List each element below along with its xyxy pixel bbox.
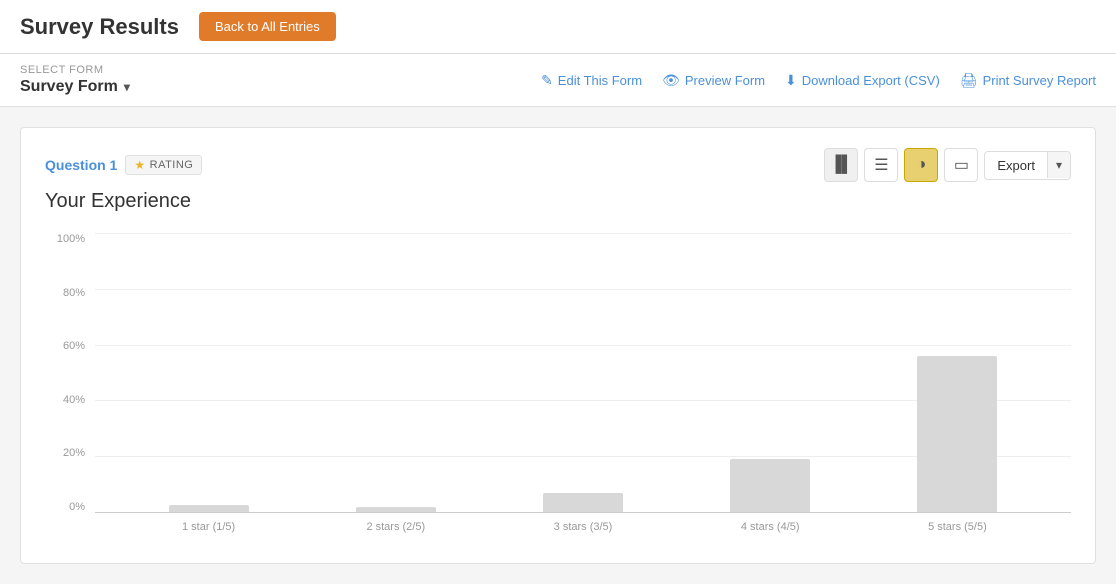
bar-group xyxy=(302,507,489,512)
x-axis-label: 5 stars (5/5) xyxy=(864,521,1051,533)
form-selector-area: SELECT FORM Survey Form ▾ xyxy=(20,64,130,96)
question-meta: Question 1 ★ RATING xyxy=(45,155,202,175)
question-type-label: RATING xyxy=(150,159,194,171)
question-header: Question 1 ★ RATING ▐▌ ☰ ◑ ▭ xyxy=(45,148,1071,182)
bar-group xyxy=(489,493,676,512)
image-icon: ▭ xyxy=(954,155,969,175)
y-axis-label: 40% xyxy=(63,394,85,406)
download-export-label: Download Export (CSV) xyxy=(802,73,940,88)
preview-form-link[interactable]: 👁 Preview Form xyxy=(662,72,765,89)
x-axis: 1 star (1/5)2 stars (2/5)3 stars (3/5)4 … xyxy=(45,513,1071,533)
y-axis-label: 0% xyxy=(69,501,85,513)
question-number: Question 1 xyxy=(45,157,117,173)
y-axis-label: 60% xyxy=(63,340,85,352)
bars-container xyxy=(95,233,1071,512)
chart-bar xyxy=(356,507,436,512)
chart-bar xyxy=(917,356,997,512)
chart-bar xyxy=(730,459,810,512)
print-icon: 🖨 xyxy=(960,72,978,89)
bar-chart-icon: ▐▌ xyxy=(830,156,853,174)
pie-chart-icon: ◑ xyxy=(917,156,927,174)
edit-form-label: Edit This Form xyxy=(558,73,642,88)
form-selector-dropdown[interactable]: Survey Form ▾ xyxy=(20,78,130,96)
select-form-label: SELECT FORM xyxy=(20,64,130,76)
star-icon: ★ xyxy=(134,158,145,172)
y-axis-label: 80% xyxy=(63,287,85,299)
image-chart-button[interactable]: ▭ xyxy=(944,148,978,182)
bar-group xyxy=(677,459,864,512)
y-axis: 100% 80% 60% 40% 20% 0% xyxy=(45,233,93,513)
form-name-label: Survey Form xyxy=(20,78,118,96)
download-icon: ⬇ xyxy=(785,72,797,89)
download-export-link[interactable]: ⬇ Download Export (CSV) xyxy=(785,72,940,89)
toolbar: SELECT FORM Survey Form ▾ ✎ Edit This Fo… xyxy=(0,54,1116,107)
y-axis-label: 100% xyxy=(57,233,85,245)
y-axis-label: 20% xyxy=(63,447,85,459)
preview-form-label: Preview Form xyxy=(685,73,765,88)
x-axis-label: 4 stars (4/5) xyxy=(677,521,864,533)
question-card: Question 1 ★ RATING ▐▌ ☰ ◑ ▭ xyxy=(20,127,1096,564)
list-icon: ☰ xyxy=(874,155,888,175)
top-bar: Survey Results Back to All Entries xyxy=(0,0,1116,54)
chart-inner xyxy=(95,233,1071,513)
print-survey-link[interactable]: 🖨 Print Survey Report xyxy=(960,72,1096,89)
question-type-badge: ★ RATING xyxy=(125,155,202,175)
bar-chart-button[interactable]: ▐▌ xyxy=(824,148,858,182)
main-content: Question 1 ★ RATING ▐▌ ☰ ◑ ▭ xyxy=(0,107,1116,584)
export-label: Export xyxy=(985,152,1047,179)
export-arrow-icon: ▾ xyxy=(1047,152,1070,178)
chart-wrapper: 100% 80% 60% 40% 20% 0% xyxy=(45,233,1071,513)
x-axis-label: 1 star (1/5) xyxy=(115,521,302,533)
page-title: Survey Results xyxy=(20,14,179,40)
bar-group xyxy=(864,356,1051,512)
print-survey-label: Print Survey Report xyxy=(983,73,1096,88)
chart-controls: ▐▌ ☰ ◑ ▭ Export ▾ xyxy=(824,148,1071,182)
chevron-down-icon: ▾ xyxy=(124,80,130,94)
back-to-all-entries-button[interactable]: Back to All Entries xyxy=(199,12,336,41)
chart-area: 100% 80% 60% 40% 20% 0% 1 star (1/5)2 stars (… xyxy=(45,233,1071,533)
chart-bar xyxy=(169,505,249,512)
export-dropdown[interactable]: Export ▾ xyxy=(984,151,1071,180)
toolbar-actions: ✎ Edit This Form 👁 Preview Form ⬇ Downlo… xyxy=(541,72,1096,89)
chart-bar xyxy=(543,493,623,512)
question-title: Your Experience xyxy=(45,190,1071,213)
x-axis-label: 2 stars (2/5) xyxy=(302,521,489,533)
bar-group xyxy=(115,505,302,512)
list-chart-button[interactable]: ☰ xyxy=(864,148,898,182)
edit-form-link[interactable]: ✎ Edit This Form xyxy=(541,72,642,89)
x-axis-label: 3 stars (3/5) xyxy=(489,521,676,533)
pie-chart-button[interactable]: ◑ xyxy=(904,148,938,182)
eye-icon: 👁 xyxy=(662,72,680,89)
edit-icon: ✎ xyxy=(541,72,553,89)
